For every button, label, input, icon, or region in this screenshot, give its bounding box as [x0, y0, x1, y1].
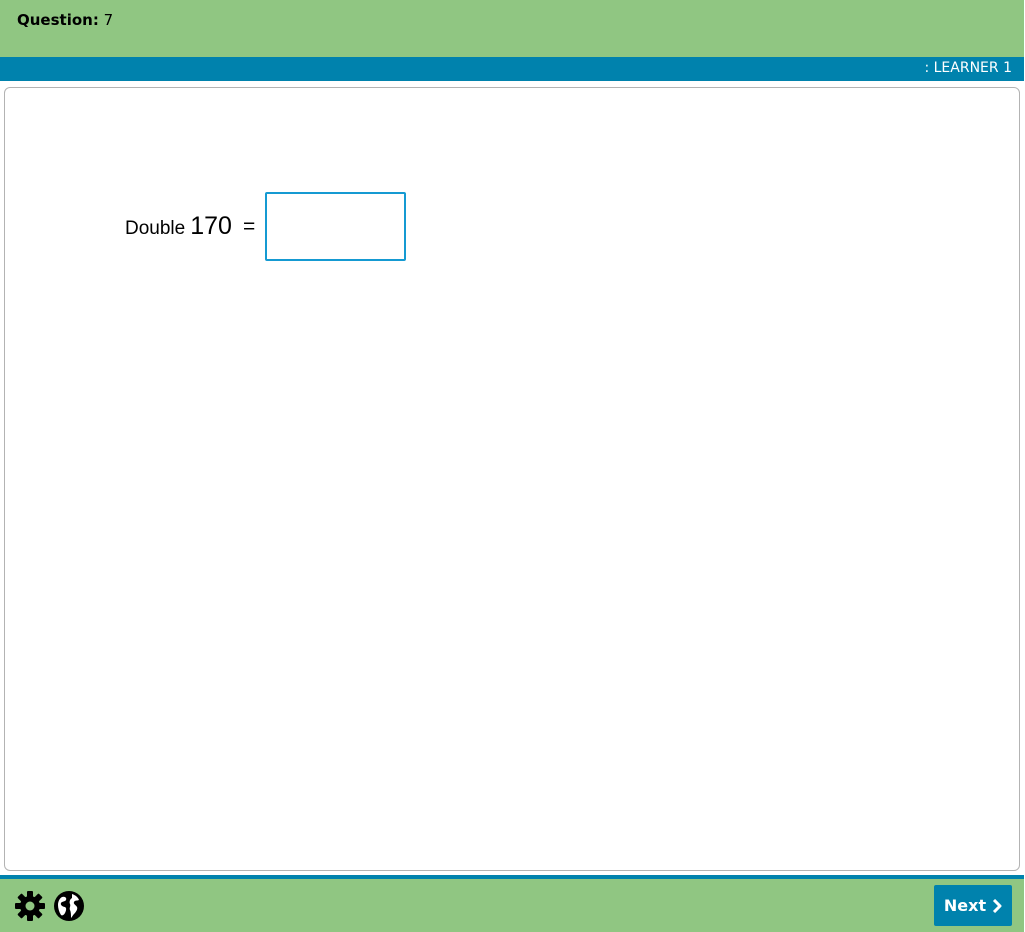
header-bar: Question: 7	[0, 0, 1024, 57]
equals-sign: =	[242, 214, 256, 238]
question-panel: Double 170 =	[4, 87, 1020, 871]
question-label: Question:	[17, 11, 99, 29]
question-indicator: Question: 7	[17, 11, 113, 29]
problem-number: 170	[190, 212, 232, 240]
answer-input[interactable]	[265, 192, 407, 261]
learner-name: : LEARNER 1	[924, 60, 1012, 76]
operation-word: Double	[125, 217, 186, 239]
chevron-right-icon	[993, 898, 1002, 913]
next-label: Next	[943, 896, 987, 915]
footer-bar: Next	[0, 879, 1024, 932]
globe-icon[interactable]	[53, 890, 85, 922]
problem-statement: Double 170 =	[125, 189, 407, 264]
learner-bar: : LEARNER 1	[0, 57, 1024, 81]
question-number: 7	[103, 11, 114, 29]
gear-icon[interactable]	[14, 890, 46, 922]
next-button[interactable]: Next	[934, 885, 1012, 926]
